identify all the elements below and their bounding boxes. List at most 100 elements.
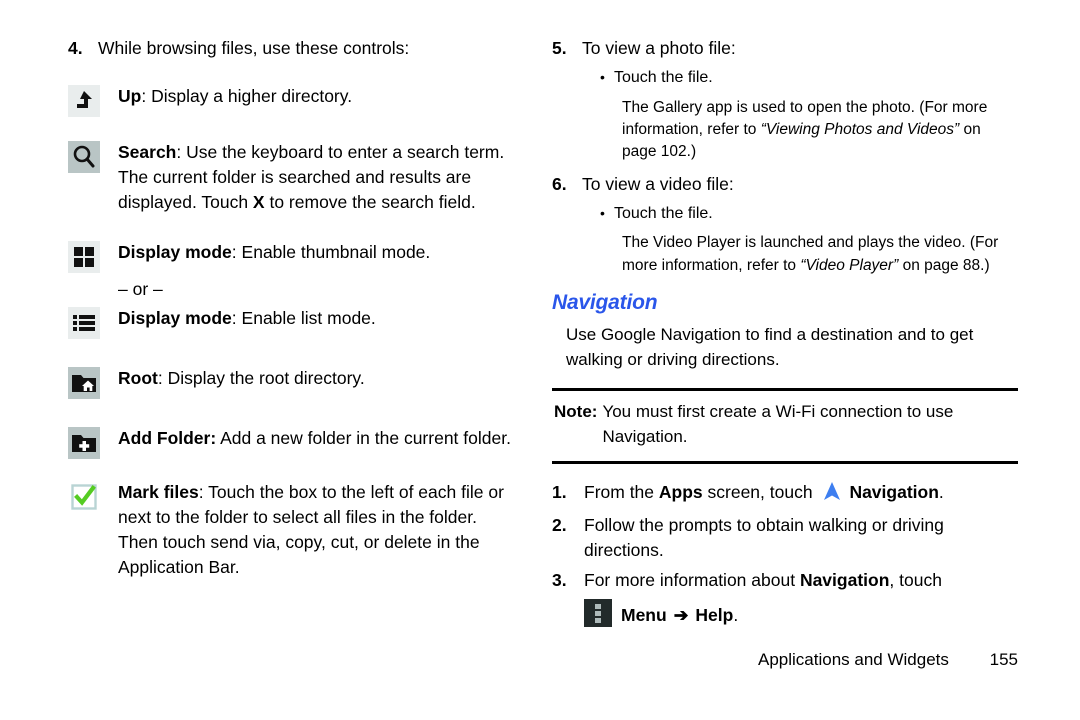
green-check-icon-cell <box>68 479 118 513</box>
nav-step-number-3: 3. <box>552 569 567 590</box>
document-page: 4. While browsing files, use these contr… <box>0 0 1080 720</box>
step-5: 5. To view a photo file: <box>552 36 1018 61</box>
control-label-search: Search <box>118 142 177 163</box>
nav-step-1-pre: From the <box>584 481 659 502</box>
navigation-arrow-icon <box>821 480 843 509</box>
bullet-6: • Touch the file. <box>600 203 1018 225</box>
up-arrow-icon <box>68 85 100 118</box>
control-desc-root: Display the root directory. <box>162 368 365 389</box>
nav-step-1-bold1: Apps <box>658 481 703 502</box>
control-text-list: Display mode: Enable list mode. <box>118 305 520 331</box>
step-text: While browsing files, use these controls… <box>98 38 410 58</box>
sub-paragraph-6: The Video Player is launched and plays t… <box>622 232 1018 277</box>
folder-home-icon <box>68 367 100 400</box>
nav-step-1-mid: screen, touch <box>702 481 818 502</box>
nav-step-3-bold1: Navigation <box>799 569 890 590</box>
bullet-text-6: Touch the file. <box>614 205 713 223</box>
folder-plus-icon-cell <box>68 425 118 460</box>
note-inner: Note: You must first create a Wi-Fi conn… <box>552 400 1018 449</box>
search-icon <box>68 141 100 174</box>
bullet-5: • Touch the file. <box>600 67 1018 89</box>
control-text-search: Search: Use the keyboard to enter a sear… <box>118 139 520 215</box>
or-separator: – or – <box>118 278 163 299</box>
search-icon-cell <box>68 139 118 174</box>
menu-label: Menu <box>621 605 667 626</box>
nav-step-2: 2. Follow the prompts to obtain walking … <box>552 513 1018 564</box>
bullet-text-5: Touch the file. <box>614 69 713 87</box>
menu-help-line: Menu ➔ Help . <box>584 599 1018 632</box>
control-text-up: Up: Display a higher directory. <box>118 83 520 109</box>
grid-view-icon <box>68 240 100 273</box>
control-label-up: Up <box>118 86 142 107</box>
control-row-grid: Display mode: Enable thumbnail mode. <box>68 239 520 273</box>
nav-step-3: 3. For more information about Navigation… <box>552 568 1018 593</box>
list-view-icon <box>68 307 100 340</box>
control-label-root: Root <box>118 368 158 389</box>
footer-title: Applications and Widgets <box>758 650 949 669</box>
navigation-intro-text: Use Google Navigation to find a destinat… <box>566 325 974 369</box>
step-4: 4. While browsing files, use these contr… <box>68 36 520 61</box>
control-row-up: Up: Display a higher directory. <box>68 83 520 118</box>
nav-step-3-pre: For more information about <box>584 569 800 590</box>
control-label-grid: Display mode <box>118 241 232 262</box>
control-label-list: Display mode <box>118 308 232 329</box>
control-text-add-folder: Add Folder: Add a new folder in the curr… <box>118 425 520 451</box>
control-desc-list: Enable list mode. <box>236 308 376 329</box>
left-column: 4. While browsing files, use these contr… <box>68 36 520 580</box>
overflow-menu-icon <box>584 599 612 632</box>
menu-line-period: . <box>733 605 739 626</box>
nav-step-number-1: 1. <box>552 481 567 502</box>
nav-step-1-bold2: Navigation <box>849 481 939 502</box>
step-6: 6. To view a video file: <box>552 172 1018 197</box>
note-box: Note: You must first create a Wi-Fi conn… <box>552 388 1018 464</box>
menu-arrow-icon: ➔ <box>673 605 689 626</box>
control-desc-search-tail: to remove the search field. <box>264 192 476 213</box>
control-desc-search-bold: X <box>252 192 265 213</box>
nav-step-3-mid: , touch <box>889 569 942 590</box>
control-row-list: Display mode: Enable list mode. <box>68 305 520 340</box>
nav-step-text-3: For more information about Navigation, t… <box>584 568 1018 593</box>
control-text-root: Root: Display the root directory. <box>118 365 520 391</box>
note-text: You must first create a Wi-Fi connection… <box>602 402 954 447</box>
nav-step-1: 1. From the Apps screen, touch Navigatio… <box>552 480 1018 509</box>
list-view-icon-cell <box>68 305 118 340</box>
folder-home-icon-cell <box>68 365 118 400</box>
control-desc-grid: Enable thumbnail mode. <box>236 241 431 262</box>
control-text-grid: Display mode: Enable thumbnail mode. <box>118 239 520 265</box>
sub-paragraph-5: The Gallery app is used to open the phot… <box>622 97 1018 164</box>
page-footer: Applications and Widgets 155 <box>0 650 1018 670</box>
sub-para-italic-5: “Viewing Photos and Videos” <box>760 121 960 139</box>
right-column: 5. To view a photo file: • Touch the fil… <box>552 36 1018 632</box>
navigation-steps: 1. From the Apps screen, touch Navigatio… <box>552 480 1018 633</box>
footer-page-number: 155 <box>989 650 1018 669</box>
bullet-glyph: • <box>600 69 605 86</box>
up-arrow-icon-cell <box>68 83 118 118</box>
control-row-add-folder: Add Folder: Add a new folder in the curr… <box>68 425 520 460</box>
control-label-mark-files: Mark files <box>118 482 199 503</box>
green-check-icon <box>68 481 100 513</box>
nav-step-text-1: From the Apps screen, touch Navigation. <box>584 480 1018 509</box>
note-label: Note: <box>554 402 598 422</box>
nav-step-1-post: . <box>938 481 944 502</box>
folder-plus-icon <box>68 427 100 460</box>
sub-para-italic-6: “Video Player” <box>800 256 899 274</box>
control-desc-add-folder: Add a new folder in the current folder. <box>216 428 511 449</box>
control-desc-up: Display a higher directory. <box>146 86 353 107</box>
control-row-search: Search: Use the keyboard to enter a sear… <box>68 139 520 215</box>
nav-step-number-2: 2. <box>552 515 567 536</box>
step-number: 4. <box>68 38 83 58</box>
control-label-add-folder: Add Folder: <box>118 428 217 449</box>
control-row-root: Root: Display the root directory. <box>68 365 520 400</box>
bullet-glyph-6: • <box>600 205 605 222</box>
step-text-6: To view a video file: <box>582 173 734 194</box>
step-number-5: 5. <box>552 38 567 58</box>
nav-step-text-2: Follow the prompts to obtain walking or … <box>584 515 944 561</box>
step-number-6: 6. <box>552 173 567 194</box>
sub-para-post-6: on page 88.) <box>898 256 990 274</box>
control-text-mark-files: Mark files: Touch the box to the left of… <box>118 479 520 579</box>
step-text-5: To view a photo file: <box>582 38 736 58</box>
control-row-mark-files: Mark files: Touch the box to the left of… <box>68 479 520 579</box>
section-heading-navigation: Navigation <box>552 291 658 315</box>
help-label: Help <box>695 605 734 626</box>
grid-view-icon-cell <box>68 239 118 273</box>
